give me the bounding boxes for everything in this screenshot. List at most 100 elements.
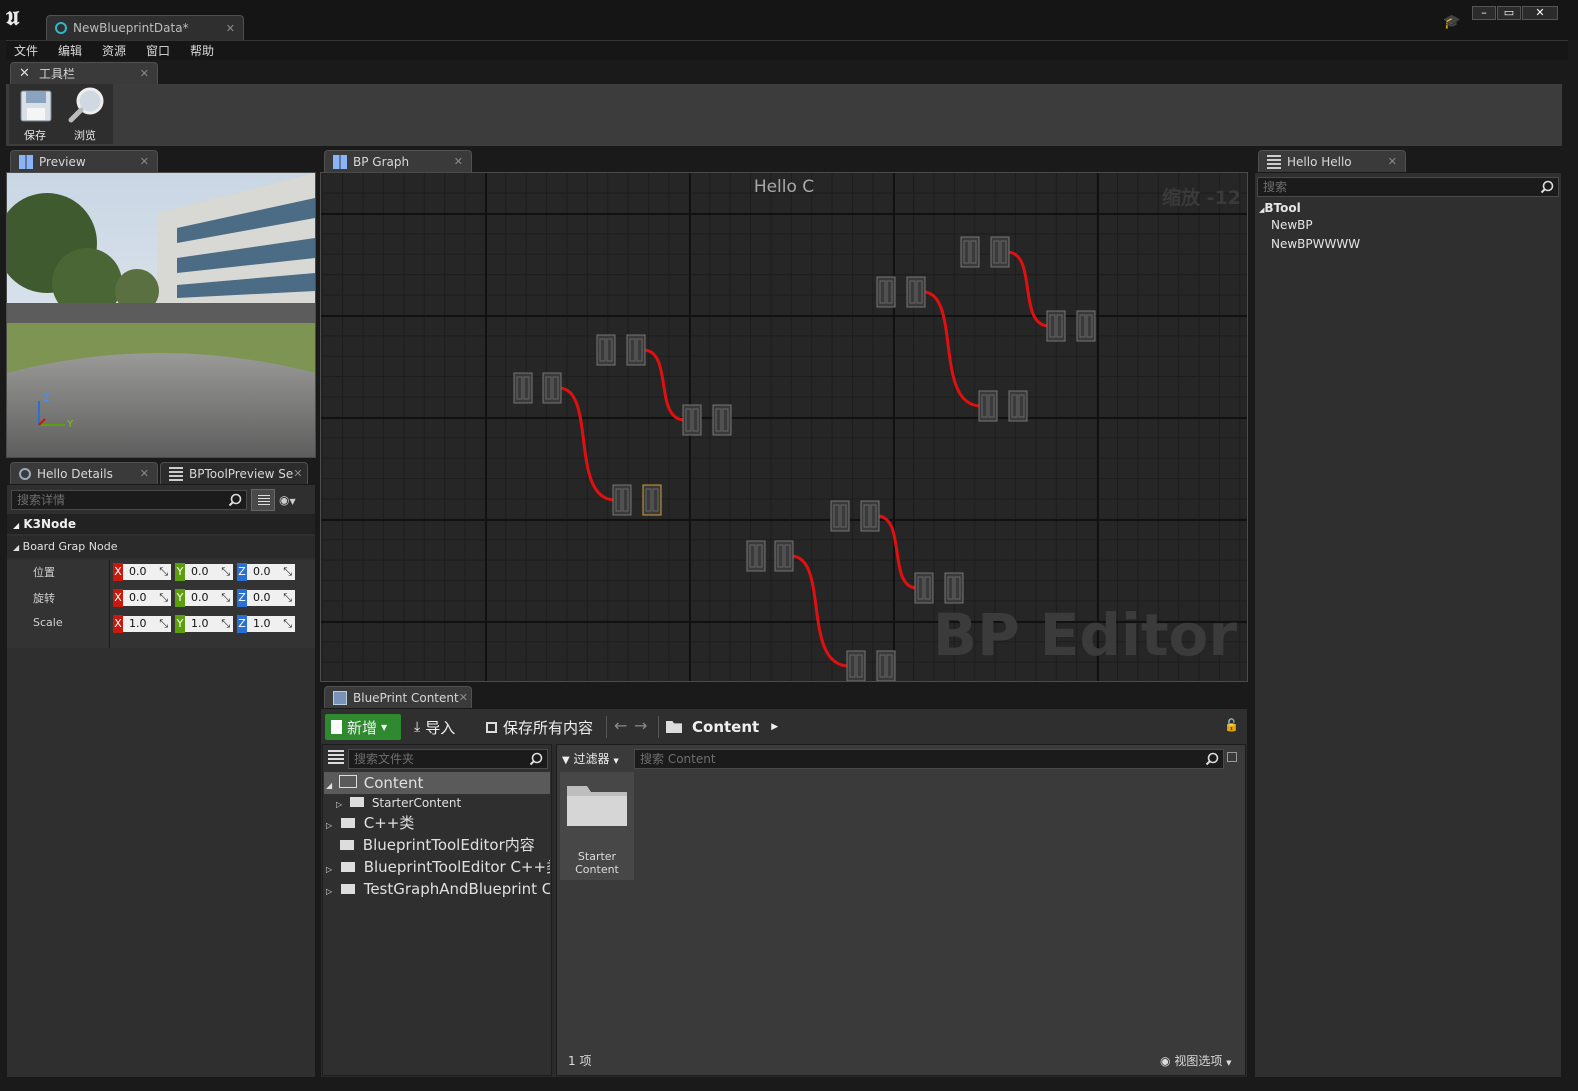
- close-icon[interactable]: ✕: [454, 155, 463, 168]
- graph-node[interactable]: [830, 500, 850, 532]
- graph-node[interactable]: [626, 334, 646, 366]
- view-options-button[interactable]: ◉ 视图选项 ▼: [1160, 1052, 1232, 1069]
- graph-node[interactable]: [846, 650, 866, 681]
- graph-node[interactable]: [876, 276, 896, 308]
- save-button[interactable]: 保存: [12, 86, 58, 142]
- browse-button[interactable]: 浏览: [62, 86, 108, 142]
- menu-file[interactable]: 文件: [14, 41, 38, 61]
- scale-x-field[interactable]: 1.0: [123, 616, 171, 632]
- help-cap-icon[interactable]: 🎓: [1443, 14, 1460, 30]
- graph-node[interactable]: [642, 484, 662, 516]
- graph-node[interactable]: [513, 372, 533, 404]
- close-window-button[interactable]: ✕: [1522, 6, 1558, 20]
- location-y-field[interactable]: 0.0: [185, 564, 233, 580]
- close-icon[interactable]: ✕: [1388, 155, 1397, 168]
- location-z-field[interactable]: 0.0: [247, 564, 295, 580]
- close-icon[interactable]: ✕: [140, 467, 149, 480]
- location-x-field[interactable]: 0.0: [123, 564, 171, 580]
- scale-y-field[interactable]: 1.0: [185, 616, 233, 632]
- tree-folder-cpp-classes[interactable]: ▷ C++类: [324, 812, 550, 834]
- graph-node[interactable]: [1076, 310, 1096, 342]
- graph-node[interactable]: [746, 540, 766, 572]
- graph-node[interactable]: [542, 372, 562, 404]
- graph-node[interactable]: [1046, 310, 1066, 342]
- property-label-scale: Scale: [33, 616, 63, 629]
- rotation-z-field[interactable]: 0.0: [247, 590, 295, 606]
- content-tab-label: BluePrint Content: [353, 690, 459, 705]
- path-breadcrumb[interactable]: Content ▶: [666, 716, 778, 738]
- tab-bptool-preview-settings[interactable]: BPToolPreview Se ✕: [160, 462, 308, 484]
- graph-node[interactable]: [712, 404, 732, 436]
- blueprint-data-icon: [55, 22, 67, 34]
- graph-node[interactable]: [978, 390, 998, 422]
- tab-blueprint-content[interactable]: BluePrint Content ✕: [324, 686, 472, 708]
- y-axis-tag: Y: [175, 563, 185, 581]
- details-search-input[interactable]: 搜索详情: [11, 490, 247, 510]
- save-search-icon[interactable]: [1227, 752, 1237, 762]
- menu-asset[interactable]: 资源: [102, 41, 126, 61]
- folder-search-input[interactable]: 搜索文件夹: [348, 749, 548, 769]
- unreal-logo-icon[interactable]: 𝖀: [6, 6, 30, 30]
- expand-triangle-icon: ▷: [336, 800, 343, 809]
- close-icon[interactable]: ✕: [140, 67, 149, 80]
- rotation-x-field[interactable]: 0.0: [123, 590, 171, 606]
- graph-node[interactable]: [990, 236, 1010, 268]
- document-tab[interactable]: NewBlueprintData* ✕: [46, 15, 244, 40]
- graph-node[interactable]: [960, 236, 980, 268]
- section-header[interactable]: ◢ Board Grap Node: [7, 536, 315, 558]
- tree-folder-plugin-content[interactable]: BlueprintToolEditor内容: [324, 834, 550, 856]
- tab-preview[interactable]: Preview ✕: [10, 150, 158, 172]
- back-arrow-icon[interactable]: ←: [614, 716, 627, 735]
- filter-button[interactable]: ▼ 过滤器 ▼: [562, 749, 619, 769]
- close-icon[interactable]: ✕: [140, 155, 149, 168]
- category-header[interactable]: ◢ K3Node: [7, 514, 315, 534]
- sources-toggle-icon[interactable]: [328, 750, 344, 766]
- forward-arrow-icon[interactable]: →: [634, 716, 647, 735]
- content-search-input[interactable]: 搜索 Content: [634, 749, 1224, 769]
- viewport-icon: [19, 154, 33, 169]
- tab-toolbar[interactable]: ✕ 工具栏 ✕: [10, 62, 158, 84]
- graph-node[interactable]: [944, 572, 964, 604]
- close-icon[interactable]: ✕: [293, 467, 302, 480]
- visibility-eye-button[interactable]: ◉▼: [279, 489, 311, 511]
- tree-folder-starter-content[interactable]: ▷ StarterContent: [324, 792, 550, 814]
- view-options-list-button[interactable]: [251, 489, 275, 511]
- preview-viewport[interactable]: Z Y: [6, 172, 316, 458]
- tree-item[interactable]: NewBPWWWW: [1271, 237, 1360, 251]
- tree-item[interactable]: NewBP: [1271, 218, 1313, 232]
- graph-node[interactable]: [682, 404, 702, 436]
- tree-folder-plugin-cpp[interactable]: ▷ BlueprintToolEditor C++类: [324, 856, 550, 878]
- menu-edit[interactable]: 编辑: [58, 41, 82, 61]
- asset-tile-starter-content[interactable]: Starter Content: [560, 772, 634, 880]
- hello-search-input[interactable]: 搜索: [1257, 177, 1559, 197]
- rotation-y-field[interactable]: 0.0: [185, 590, 233, 606]
- tab-hello-details[interactable]: Hello Details ✕: [10, 462, 158, 484]
- menu-window[interactable]: 窗口: [146, 41, 170, 61]
- graph-node[interactable]: [876, 650, 896, 681]
- tree-folder-test-graph-cpp[interactable]: ▷ TestGraphAndBlueprint C++: [324, 878, 550, 900]
- graph-node[interactable]: [1008, 390, 1028, 422]
- close-icon[interactable]: ✕: [459, 691, 468, 704]
- graph-node[interactable]: [906, 276, 926, 308]
- details-tab-label: Hello Details: [37, 466, 113, 481]
- axis-gizmo-icon: [38, 401, 65, 426]
- bp-graph-canvas[interactable]: Hello C 缩放 -12 BP Editor: [320, 172, 1248, 682]
- import-button[interactable]: ⤓ 导入: [414, 714, 455, 740]
- add-new-button[interactable]: 新增 ▼: [325, 714, 401, 740]
- save-all-button[interactable]: 保存所有内容: [486, 714, 593, 740]
- menu-help[interactable]: 帮助: [190, 41, 214, 61]
- maximize-button[interactable]: ▭: [1497, 6, 1521, 20]
- lock-icon[interactable]: 🔓: [1224, 718, 1239, 734]
- tab-hello-hello[interactable]: Hello Hello ✕: [1258, 150, 1406, 172]
- graph-node[interactable]: [612, 484, 632, 516]
- tree-root[interactable]: ◢BTool: [1259, 199, 1301, 217]
- tab-bp-graph[interactable]: BP Graph ✕: [324, 150, 472, 172]
- graph-node[interactable]: [860, 500, 880, 532]
- graph-node[interactable]: [774, 540, 794, 572]
- graph-node[interactable]: [914, 572, 934, 604]
- tree-folder-content[interactable]: ◢ Content: [324, 772, 550, 794]
- graph-node[interactable]: [596, 334, 616, 366]
- close-icon[interactable]: ✕: [226, 22, 235, 35]
- scale-z-field[interactable]: 1.0: [247, 616, 295, 632]
- minimize-button[interactable]: –: [1472, 6, 1496, 20]
